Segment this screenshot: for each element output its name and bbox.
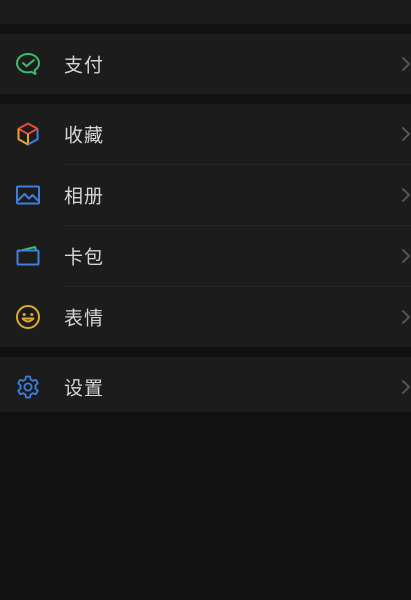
cube-icon [15, 121, 41, 147]
menu-item-label-stickers: 表情 [64, 307, 105, 330]
menu-item-stickers[interactable]: 表情 [0, 287, 411, 347]
wechat-pay-icon [15, 51, 41, 77]
menu-item-label-album: 相册 [64, 185, 105, 208]
menu-item-label-favorites: 收藏 [64, 124, 105, 147]
chevron-right-icon [401, 56, 411, 72]
menu-group-pay: 支付 [0, 34, 411, 94]
menu-item-label-settings: 设置 [64, 377, 105, 400]
menu-item-pay[interactable]: 支付 [0, 34, 411, 94]
menu-item-label-pay: 支付 [64, 54, 105, 77]
menu-group-settings: 设置 [0, 357, 411, 417]
chevron-right-icon [401, 248, 411, 264]
chevron-right-icon [401, 309, 411, 325]
menu-item-settings[interactable]: 设置 [0, 357, 411, 417]
empty-background [0, 412, 411, 600]
section-gap [0, 24, 411, 34]
menu-item-cards[interactable]: 卡包 [0, 226, 411, 286]
gear-icon [15, 374, 41, 400]
chevron-right-icon [401, 126, 411, 142]
chevron-right-icon [401, 187, 411, 203]
smiley-icon [15, 304, 41, 330]
menu-item-label-cards: 卡包 [64, 246, 105, 269]
chevron-right-icon [401, 379, 411, 395]
menu-group-main: 收藏 相册 卡包 表情 [0, 104, 411, 347]
image-icon [15, 182, 41, 208]
menu-item-album[interactable]: 相册 [0, 165, 411, 225]
menu-item-favorites[interactable]: 收藏 [0, 104, 411, 164]
section-gap [0, 94, 411, 104]
section-gap [0, 347, 411, 357]
top-strip [0, 0, 411, 24]
wallet-icon [15, 243, 41, 269]
